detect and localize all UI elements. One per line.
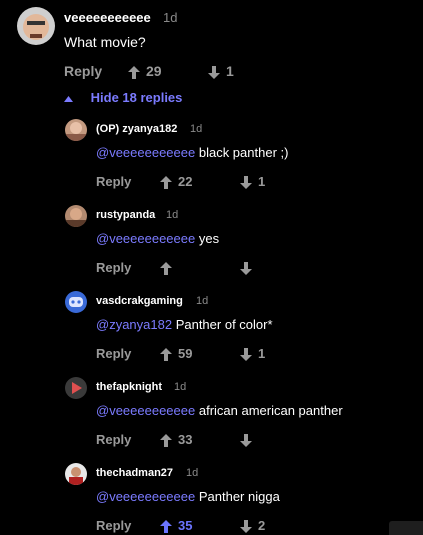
downvote-icon [240,348,252,362]
downvote-button[interactable] [240,346,252,362]
upvote-count: 29 [146,63,162,79]
downvote-icon [240,176,252,190]
mention-link[interactable]: @zyanya182 [96,317,172,332]
upvote-button[interactable] [160,432,172,448]
downvote-icon [240,262,252,276]
upvote-count: 33 [178,432,193,447]
hide-replies-toggle[interactable]: Hide 18 replies [64,90,182,105]
upvote-button[interactable] [160,518,172,534]
upvote-icon [160,520,172,534]
username[interactable]: rustypanda [96,209,155,221]
comment-text: @veeeeeeeeeee african american panther [96,403,343,418]
downvote-count: 2 [258,518,266,533]
avatar[interactable] [65,205,87,227]
upvote-icon [128,65,140,79]
username[interactable]: thefapknight [96,381,162,393]
reply-button[interactable]: Reply [64,63,102,79]
downvote-button[interactable] [240,174,252,190]
hide-replies-label: Hide 18 replies [90,90,183,105]
downvote-icon [208,65,220,79]
reply-button[interactable]: Reply [96,432,131,447]
comment-text: What movie? [64,34,146,50]
avatar[interactable] [65,463,87,485]
chevron-up-icon [64,95,73,102]
avatar[interactable] [17,7,55,45]
upvote-count: 22 [178,174,193,189]
mention-link[interactable]: @veeeeeeeeeee [96,403,195,418]
upvote-icon [160,176,172,190]
comment-text: @veeeeeeeeeee Panther nigga [96,489,280,504]
upvote-button[interactable] [160,346,172,362]
upvote-icon [160,348,172,362]
username[interactable]: (OP) zyanya182 [96,123,177,135]
reply-button[interactable]: Reply [96,174,131,189]
upvote-button[interactable] [160,174,172,190]
downvote-icon [240,434,252,448]
username[interactable]: vasdcrakgaming [96,295,183,307]
downvote-count: 1 [226,63,234,79]
corner-panel [389,521,423,535]
upvote-button[interactable] [160,260,172,276]
reply-button[interactable]: Reply [96,346,131,361]
comment-text: @zyanya182 Panther of color* [96,317,273,332]
reply-button[interactable]: Reply [96,260,131,275]
username[interactable]: thechadman27 [96,467,173,479]
comment-text: @veeeeeeeeeee black panther ;) [96,145,289,160]
timestamp: 1d [190,123,203,135]
upvote-icon [160,434,172,448]
downvote-button[interactable] [208,63,220,79]
upvote-button[interactable] [128,63,140,79]
mention-link[interactable]: @veeeeeeeeeee [96,489,195,504]
timestamp: 1d [174,381,187,393]
downvote-button[interactable] [240,260,252,276]
downvote-button[interactable] [240,432,252,448]
comment-text: @veeeeeeeeeee yes [96,231,220,246]
avatar[interactable] [65,119,87,141]
timestamp: 1d [186,467,199,479]
avatar[interactable] [65,377,87,399]
downvote-icon [240,520,252,534]
avatar[interactable] [65,291,87,313]
downvote-count: 1 [258,174,266,189]
reply-button[interactable]: Reply [96,518,131,533]
mention-link[interactable]: @veeeeeeeeeee [96,145,195,160]
downvote-button[interactable] [240,518,252,534]
timestamp: 1d [196,295,209,307]
upvote-count: 59 [178,346,193,361]
timestamp: 1d [163,10,178,25]
username[interactable]: veeeeeeeeeee [64,10,151,25]
downvote-count: 1 [258,346,266,361]
upvote-icon [160,262,172,276]
timestamp: 1d [166,209,179,221]
upvote-count: 35 [178,518,193,533]
mention-link[interactable]: @veeeeeeeeeee [96,231,195,246]
